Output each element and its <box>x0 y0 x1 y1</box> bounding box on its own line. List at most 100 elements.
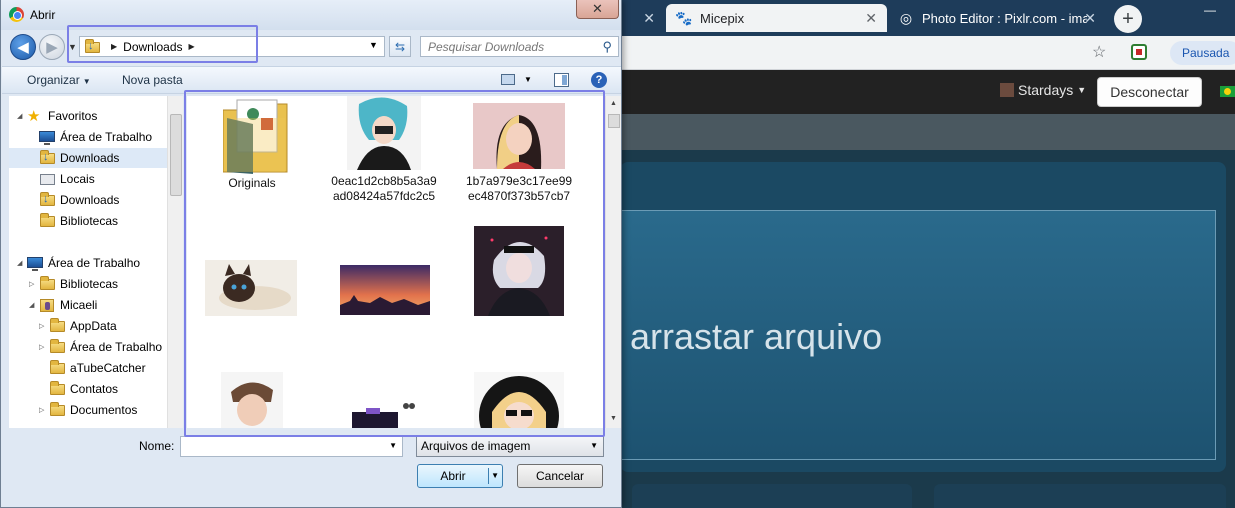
folder-icon <box>49 339 66 354</box>
preview-pane-icon[interactable] <box>554 73 569 87</box>
expand-icon[interactable]: ▷ <box>39 406 49 414</box>
chrome-icon <box>9 7 24 22</box>
avatar <box>1000 83 1014 97</box>
file-list-scrollbar[interactable]: ▲ ▼ <box>605 96 621 428</box>
desktop-icon <box>27 256 44 271</box>
forward-button[interactable]: ▶ <box>39 34 65 60</box>
tab-title: Micepix <box>700 10 745 26</box>
user-menu[interactable]: Stardays ▼ <box>1000 82 1086 98</box>
address-dropdown-icon[interactable]: ▼ <box>369 40 378 50</box>
libraries-icon <box>39 276 56 291</box>
sync-paused-button[interactable]: Pausada <box>1170 41 1235 65</box>
nav-label: Bibliotecas <box>60 214 119 228</box>
micepix-logo-icon: 🐾 <box>675 9 693 26</box>
file-type-select[interactable]: Arquivos de imagem ▼ <box>416 436 604 457</box>
chevron-down-icon[interactable]: ▼ <box>389 441 397 450</box>
collapse-icon[interactable]: ◢ <box>29 301 39 309</box>
nav-scrollbar[interactable] <box>167 96 183 428</box>
help-icon[interactable]: ? <box>591 72 607 88</box>
nav-user-micaeli[interactable]: ◢ Micaeli <box>29 295 97 315</box>
extension-icon[interactable] <box>1131 44 1147 60</box>
caret-down-icon: ▼ <box>1077 85 1087 95</box>
desktop-icon <box>39 130 56 145</box>
minimize-icon[interactable]: — <box>1190 0 1230 20</box>
address-highlight-box <box>67 25 258 63</box>
documents-folder-icon <box>49 402 66 417</box>
nav-fav-downloads-2[interactable]: Downloads <box>39 190 119 210</box>
new-folder-button[interactable]: Nova pasta <box>122 73 183 87</box>
folder-icon <box>49 360 66 375</box>
star-icon: ★ <box>27 108 41 125</box>
nav-fav-libraries[interactable]: Bibliotecas <box>39 211 118 231</box>
expand-icon[interactable]: ▷ <box>39 322 49 330</box>
search-input[interactable]: Pesquisar Downloads ⚲ <box>420 36 619 57</box>
nav-label: Micaeli <box>60 298 98 312</box>
nav-label: Favoritos <box>48 109 98 123</box>
nav-contacts[interactable]: Contatos <box>49 379 118 399</box>
logout-button[interactable]: Desconectar <box>1097 77 1202 107</box>
scroll-down-icon[interactable]: ▼ <box>610 415 617 422</box>
nav-label: Área de Trabalho <box>70 340 163 354</box>
open-options-icon[interactable]: ▼ <box>491 471 499 480</box>
folder-icon <box>49 318 66 333</box>
bottom-card <box>632 484 912 508</box>
nav-label: Bibliotecas <box>60 277 119 291</box>
nav-fav-downloads[interactable]: Downloads <box>9 148 169 168</box>
close-button[interactable]: ✕ <box>576 0 619 19</box>
navigation-pane: ◢ ★ Favoritos Área de Trabalho Downloads… <box>9 96 183 428</box>
open-button[interactable]: Abrir ▼ <box>417 464 503 488</box>
back-button[interactable]: ◀ <box>10 34 36 60</box>
nav-documents[interactable]: ▷ Documentos <box>39 400 137 420</box>
downloads-folder-icon <box>39 150 56 165</box>
nav-fav-locais[interactable]: Locais <box>39 169 95 189</box>
open-label: Abrir <box>440 469 466 483</box>
organize-label: Organizar <box>27 73 80 87</box>
file-type-value: Arquivos de imagem <box>421 439 531 453</box>
search-icon[interactable]: ⚲ <box>602 39 612 55</box>
brazil-flag-icon[interactable] <box>1220 86 1235 97</box>
new-tab-button[interactable]: + <box>1114 5 1142 33</box>
split-divider <box>488 468 489 484</box>
scroll-thumb[interactable] <box>608 114 620 128</box>
chevron-down-icon[interactable]: ▼ <box>590 441 598 450</box>
nav-label: Contatos <box>70 382 119 396</box>
tab-pixlr[interactable]: ◎ Photo Editor : Pixlr.com - ima ✕ <box>888 4 1106 32</box>
nav-user-desktop[interactable]: ▷ Área de Trabalho <box>39 337 162 357</box>
change-view-icon[interactable] <box>501 74 515 85</box>
nav-desktop[interactable]: ◢ Área de Trabalho <box>17 253 140 273</box>
file-pane-highlight-box <box>184 90 605 437</box>
nav-libraries[interactable]: ▷ Bibliotecas <box>29 274 118 294</box>
contacts-folder-icon <box>49 381 66 396</box>
close-tab-icon[interactable]: ✕ <box>643 10 655 27</box>
nav-fav-desktop[interactable]: Área de Trabalho <box>39 127 152 147</box>
libraries-icon <box>39 213 56 228</box>
refresh-button[interactable]: ⇆ <box>389 36 411 57</box>
file-name-input[interactable]: ▼ <box>180 436 403 457</box>
dialog-title: Abrir <box>30 8 56 22</box>
nav-atubecatcher[interactable]: aTubeCatcher <box>49 358 146 378</box>
cancel-button[interactable]: Cancelar <box>517 464 603 488</box>
nav-label: AppData <box>70 319 117 333</box>
scroll-thumb[interactable] <box>170 114 182 196</box>
organize-menu[interactable]: Organizar ▼ <box>27 73 91 87</box>
collapse-icon[interactable]: ◢ <box>17 259 27 267</box>
collapse-icon[interactable]: ◢ <box>17 112 27 120</box>
nav-label: Documentos <box>70 403 138 417</box>
tab-micepix[interactable]: 🐾 Micepix ✕ <box>666 4 887 32</box>
bottom-card <box>934 484 1226 508</box>
nav-favorites[interactable]: ◢ ★ Favoritos <box>17 106 97 126</box>
close-tab-icon[interactable]: ✕ <box>1084 10 1096 27</box>
view-dropdown-icon[interactable]: ▼ <box>524 75 532 84</box>
expand-icon[interactable]: ▷ <box>39 343 49 351</box>
search-placeholder: Pesquisar Downloads <box>428 39 545 54</box>
nav-appdata[interactable]: ▷ AppData <box>39 316 117 336</box>
file-name-label: Nome: <box>139 439 175 453</box>
user-folder-icon <box>39 298 56 312</box>
nav-label: Locais <box>60 172 95 186</box>
nav-label: Downloads <box>60 193 120 207</box>
tab-title: Photo Editor : Pixlr.com - ima <box>922 10 1087 26</box>
bookmark-star-icon[interactable]: ☆ <box>1092 42 1106 62</box>
close-tab-icon[interactable]: ✕ <box>865 10 877 27</box>
expand-icon[interactable]: ▷ <box>29 280 39 288</box>
scroll-up-icon[interactable]: ▲ <box>610 100 617 107</box>
